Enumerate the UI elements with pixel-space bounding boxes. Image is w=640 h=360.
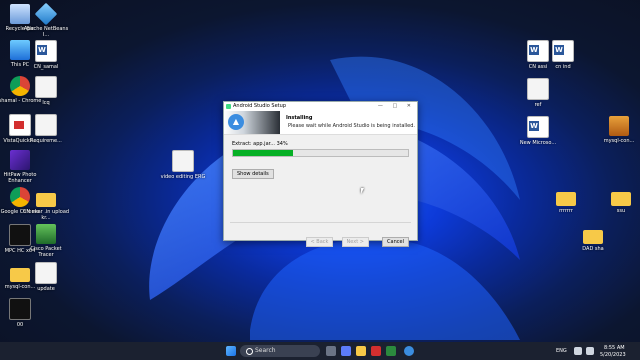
desktop-icon-label: ssu <box>616 208 626 214</box>
folder-icon <box>611 192 631 206</box>
cisco-icon <box>36 224 56 244</box>
desktop-icon-label: cn ind <box>555 64 571 70</box>
desktop-icon[interactable]: HitPaw Photo Enhancer <box>0 150 44 184</box>
desktop-icon[interactable]: Requireme... <box>22 114 70 144</box>
progress-fill <box>233 150 293 156</box>
desktop-icon[interactable]: Apache NetBeans I... <box>22 2 70 38</box>
file-explorer-icon[interactable] <box>356 346 366 356</box>
progress-bar <box>232 149 409 157</box>
desktop-icon[interactable]: video editing ERG <box>159 150 207 180</box>
volume-icon[interactable] <box>586 347 594 355</box>
word-document-icon <box>527 116 549 138</box>
mcafee-icon[interactable] <box>371 346 381 356</box>
folder-icon <box>36 193 56 207</box>
window-titlebar[interactable]: Android Studio Setup — □ ✕ <box>224 102 417 111</box>
search-input[interactable]: Search <box>240 345 320 357</box>
back-button[interactable]: < Back <box>305 237 334 247</box>
footer-divider <box>230 222 411 223</box>
desktop-icon-label: mysql-con... <box>603 138 635 144</box>
store-icon[interactable] <box>386 346 396 356</box>
desktop-icon-label: Apache NetBeans I... <box>23 26 69 38</box>
desktop-icon[interactable]: Cisco Packet Tracer <box>22 224 70 258</box>
android-studio-icon <box>226 104 231 109</box>
android-studio-setup-window[interactable]: Android Studio Setup — □ ✕ ▲ Installing … <box>223 101 418 247</box>
task-view-icon[interactable] <box>326 346 336 356</box>
document-icon <box>35 76 57 98</box>
header-title: Installing <box>286 115 313 121</box>
word-document-icon <box>35 40 57 62</box>
desktop-icon-label: New Microso... <box>519 140 557 146</box>
android-studio-taskbar-icon[interactable] <box>404 346 414 356</box>
desktop-icon[interactable]: New Microso... <box>514 116 562 146</box>
desktop-icon-label: ref <box>534 102 542 108</box>
desktop-icon[interactable]: lcq <box>22 76 70 106</box>
wifi-icon[interactable] <box>574 347 582 355</box>
next-button[interactable]: Next > <box>341 237 369 247</box>
document-icon <box>527 78 549 100</box>
clock-date[interactable]: 5/20/2023 <box>600 352 626 358</box>
desktop-icon[interactable]: cn ind <box>539 40 587 70</box>
desktop-icon[interactable]: CN_samal <box>22 40 70 70</box>
desktop-icon-label: DAD sha <box>582 246 604 252</box>
desktop-icon-label: 00 <box>16 322 24 328</box>
header-logo-band: ▲ <box>224 111 280 134</box>
document-icon <box>172 150 194 172</box>
netbeans-icon <box>34 2 58 26</box>
show-details-button[interactable]: Show details <box>232 169 274 179</box>
folder-icon <box>556 192 576 206</box>
android-studio-logo-icon: ▲ <box>228 114 244 130</box>
desktop-icon-label: HitPaw Photo Enhancer <box>3 172 37 184</box>
desktop-icon[interactable]: ref <box>514 78 562 108</box>
document-icon <box>35 262 57 284</box>
desktop-icon[interactable]: ssu <box>597 186 640 214</box>
desktop-icon-label: update <box>37 286 55 292</box>
teams-icon[interactable] <box>341 346 351 356</box>
desktop-icon-label: Cisco Packet Tracer <box>30 246 62 258</box>
desktop-icon[interactable]: mysql-con... <box>595 116 640 144</box>
start-icon[interactable] <box>226 346 236 356</box>
setup-header: ▲ Installing Please wait while Android S… <box>224 111 417 135</box>
search-icon <box>246 348 253 355</box>
search-placeholder: Search <box>255 347 276 354</box>
desktop-icon-label: video editing ERG <box>160 174 206 180</box>
desktop-icon[interactable]: update <box>22 262 70 292</box>
terminal-icon <box>9 298 31 320</box>
desktop-icon[interactable]: rrrrrrr <box>542 186 590 214</box>
window-controls[interactable]: — □ ✕ <box>378 102 415 111</box>
hitpaw-icon <box>10 150 30 170</box>
desktop-icon[interactable]: 00 <box>0 298 44 328</box>
install-status: Extract: app.jar... 34% <box>232 141 288 147</box>
desktop-icon-label: CN ekar .in upload kr... <box>22 209 70 221</box>
desktop-icon[interactable]: DAD sha <box>569 224 617 252</box>
cancel-button[interactable]: Cancel <box>382 237 409 247</box>
footer-buttons: < Back Next > Cancel <box>303 228 409 247</box>
taskbar: Search ENG 8:55 AM 5/20/2023 <box>0 342 640 360</box>
desktop-icon-label: lcq <box>42 100 50 106</box>
word-document-icon <box>552 40 574 62</box>
mysql-icon <box>609 116 629 136</box>
desktop-icon-label: rrrrrrr <box>559 208 573 214</box>
desktop-icon[interactable]: CN ekar .in upload kr... <box>22 187 70 221</box>
language-indicator[interactable]: ENG <box>556 348 567 354</box>
mouse-cursor-icon <box>361 188 364 194</box>
folder-icon <box>583 230 603 244</box>
clock-time[interactable]: 8:55 AM <box>604 345 625 351</box>
desktop-icon-label: Requireme... <box>30 138 62 144</box>
window-title: Android Studio Setup <box>233 103 286 109</box>
desktop-icon-label: CN_samal <box>33 64 59 70</box>
header-subtitle: Please wait while Android Studio is bein… <box>288 123 416 129</box>
document-icon <box>35 114 57 136</box>
